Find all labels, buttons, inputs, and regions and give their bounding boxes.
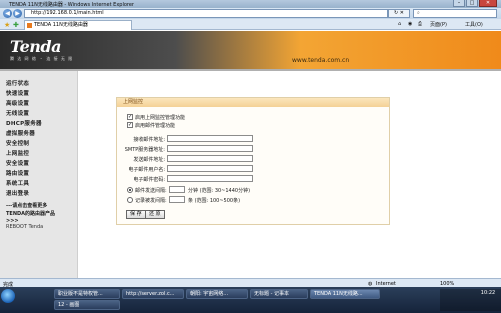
windows-taskbar: 职业版不是特权管... http://server.zol.c... 朝阳: 宇…: [0, 287, 501, 313]
window-title: TENDA 11N无线路由器 - Windows Internet Explor…: [9, 2, 134, 8]
add-favorite-icon[interactable]: ✚: [13, 21, 21, 29]
refresh-stop-icon[interactable]: ↻ ✕: [388, 9, 410, 18]
enable-monitor-checkbox[interactable]: ✓: [127, 114, 133, 120]
interval-label: 邮件发送间隔:: [135, 188, 167, 194]
minimize-button[interactable]: –: [453, 0, 465, 7]
mail-username-label: 电子邮件用户名:: [128, 167, 165, 173]
mail-password-input[interactable]: [167, 175, 253, 182]
logo-tagline: 腾 达 网 络 ・ 连 接 无 限: [10, 56, 74, 61]
header-banner: Tenda 腾 达 网 络 ・ 连 接 无 限 www.tenda.com.cn: [0, 31, 501, 69]
search-input[interactable]: ⌕: [413, 9, 497, 18]
tab-command-row: ★ ✚ TENDA 11N无线路由器 ⌂ ◉ ⎙ 页面(P) 工具(O): [0, 19, 501, 30]
forward-icon[interactable]: ▶: [13, 9, 22, 18]
address-row: ◀ ▶ http://192.168.0.1/main.html ↻ ✕ ⌕: [0, 8, 501, 19]
smtp-server-input[interactable]: [167, 145, 253, 152]
tools-menu[interactable]: 工具(O): [465, 21, 483, 28]
more-products-link[interactable]: TENDA的路由器产品: [6, 210, 55, 217]
form-title: 上网监控: [117, 98, 389, 107]
sidebar-item-advanced[interactable]: 高级设置: [6, 99, 29, 107]
save-button[interactable]: 保 存: [126, 210, 146, 219]
mail-username-input[interactable]: [167, 165, 253, 172]
sidebar-item-routing[interactable]: 路由设置: [6, 169, 29, 177]
back-icon[interactable]: ◀: [3, 9, 12, 18]
interval-unit: 分钟 (范围: 30~1440分钟): [188, 188, 251, 194]
sidebar-item-virtual-server[interactable]: 虚拟服务器: [6, 129, 35, 137]
more-products-hint[interactable]: ---请点击查看更多: [6, 202, 47, 209]
tenda-logo: Tenda 腾 达 网 络 ・ 连 接 无 限: [10, 37, 76, 61]
sidebar-item-system-tools[interactable]: 系统工具: [6, 179, 29, 187]
count-radio[interactable]: [127, 197, 133, 203]
receive-mail-input[interactable]: [167, 135, 253, 142]
tab-title: TENDA 11N无线路由器: [34, 22, 88, 28]
reboot-label: REBOOT Tenda: [6, 224, 44, 230]
web-monitor-form: 上网监控 ✓ 启用上网监控管理功能 ✓ 启用邮件管理功能 接收邮件地址: SMT…: [116, 97, 390, 225]
sidebar-item-quick-setup[interactable]: 快速设置: [6, 89, 29, 97]
task-item-5[interactable]: TENDA 11N无线路...: [310, 289, 380, 299]
send-mail-label: 发送邮件地址:: [133, 157, 165, 163]
enable-mail-label: 启用邮件管理功能: [135, 123, 176, 129]
count-input[interactable]: [169, 196, 185, 203]
count-unit: 条 (范围: 100~500条): [188, 198, 241, 204]
sidebar-item-status[interactable]: 运行状态: [6, 79, 29, 87]
feed-icon[interactable]: ◉: [408, 21, 412, 27]
send-mail-input[interactable]: [167, 155, 253, 162]
task-item-4[interactable]: 无标题 - 记事本: [250, 289, 308, 299]
sidebar-item-dhcp[interactable]: DHCP服务器: [6, 119, 42, 127]
router-page: Tenda 腾 达 网 络 ・ 连 接 无 限 www.tenda.com.cn…: [0, 31, 501, 296]
sidebar-item-web-monitor[interactable]: 上网监控: [6, 149, 29, 157]
clock[interactable]: 10:22: [476, 290, 500, 296]
restore-button[interactable]: 还 原: [145, 210, 165, 219]
count-label: 记录被发间隔:: [135, 198, 167, 204]
task-item-1[interactable]: 职业版不是特权管...: [54, 289, 120, 299]
page-menu[interactable]: 页面(P): [430, 21, 447, 28]
receive-mail-label: 接收邮件地址:: [133, 137, 165, 143]
smtp-server-label: SMTP服务器地址:: [124, 147, 165, 153]
task-item-3[interactable]: 朝阳: 宇宙网络...: [186, 289, 248, 299]
maximize-button[interactable]: □: [466, 0, 478, 7]
interval-input[interactable]: [169, 186, 185, 193]
tab-current[interactable]: TENDA 11N无线路由器: [24, 20, 132, 30]
print-icon[interactable]: ⎙: [418, 21, 422, 27]
sidebar-item-security-control[interactable]: 安全控制: [6, 139, 29, 147]
close-button[interactable]: ✕: [479, 0, 497, 7]
window-title-bar: TENDA 11N无线路由器 - Windows Internet Explor…: [0, 0, 501, 8]
sidebar-item-security-settings[interactable]: 安全设置: [6, 159, 29, 167]
interval-radio[interactable]: [127, 187, 133, 193]
sidebar-item-logout[interactable]: 退出登录: [6, 189, 29, 197]
task-item-2[interactable]: http://server.zol.c...: [122, 289, 184, 299]
enable-mail-checkbox[interactable]: ✓: [127, 122, 133, 128]
sidebar-menu: 运行状态 快速设置 高级设置 无线设置 DHCP服务器 虚拟服务器 安全控制 上…: [0, 71, 78, 296]
task-item-paint[interactable]: 12 - 画图: [54, 300, 120, 310]
home-icon[interactable]: ⌂: [398, 21, 401, 27]
favorites-star-icon[interactable]: ★: [4, 21, 12, 29]
enable-monitor-label: 启用上网监控管理功能: [135, 115, 186, 121]
start-button[interactable]: [1, 289, 15, 303]
logo-text: Tenda: [10, 37, 61, 56]
sidebar-item-wireless[interactable]: 无线设置: [6, 109, 29, 117]
page-favicon-icon: [27, 23, 32, 28]
browser-status-bar: 完成 ◍ Internet 100%: [0, 278, 501, 288]
mail-password-label: 电子邮件密码:: [133, 177, 165, 183]
site-url: www.tenda.com.cn: [292, 57, 350, 64]
address-bar[interactable]: http://192.168.0.1/main.html: [24, 9, 388, 18]
